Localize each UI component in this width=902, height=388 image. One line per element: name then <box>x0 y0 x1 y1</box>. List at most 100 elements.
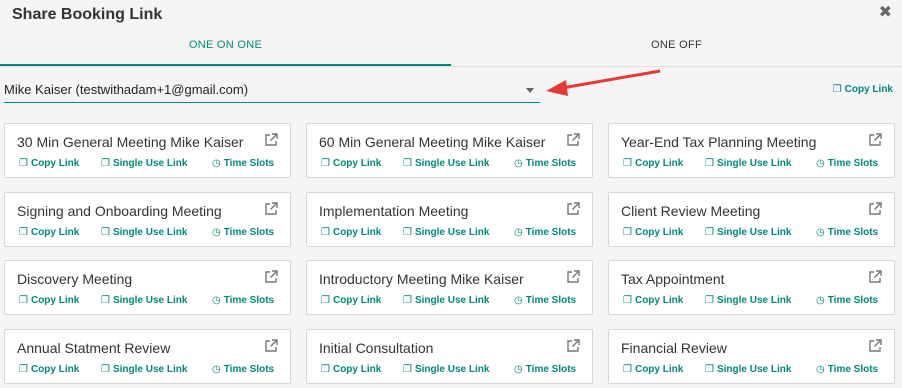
external-link-icon[interactable] <box>566 339 580 353</box>
external-link-icon[interactable] <box>868 202 882 216</box>
time-slots-button[interactable]: ◷ Time Slots <box>212 295 274 306</box>
copy-link-label: Copy Link <box>844 84 893 95</box>
clock-icon: ◷ <box>212 295 221 306</box>
time-slots-button[interactable]: ◷ Time Slots <box>816 295 878 306</box>
time-slots-label: Time Slots <box>223 295 275 306</box>
tab-one-off[interactable]: ONE OFF <box>451 32 902 66</box>
link-icon: ❐ <box>705 295 714 306</box>
single-use-link-button[interactable]: ❐ Single Use Link <box>403 295 489 306</box>
copy-link-button[interactable]: ❐ Copy Link <box>19 227 79 238</box>
meeting-card: 60 Min General Meeting Mike Kaiser ❐ Copy … <box>306 123 593 178</box>
copy-link-button[interactable]: ❐ Copy Link <box>321 295 381 306</box>
tab-one-on-one[interactable]: ONE ON ONE <box>0 32 451 66</box>
meeting-title: Tax Appointment <box>621 271 725 287</box>
copy-icon: ❐ <box>623 227 632 238</box>
time-slots-button[interactable]: ◷ Time Slots <box>514 364 576 375</box>
single-use-link-button[interactable]: ❐ Single Use Link <box>705 295 791 306</box>
clock-icon: ◷ <box>816 364 825 375</box>
time-slots-button[interactable]: ◷ Time Slots <box>514 227 576 238</box>
copy-link-label: Copy Link <box>634 158 684 169</box>
copy-link-label: Copy Link <box>634 227 684 238</box>
external-link-icon[interactable] <box>566 133 580 147</box>
single-use-link-label: Single Use Link <box>716 364 792 375</box>
external-link-icon[interactable] <box>264 270 278 284</box>
time-slots-button[interactable]: ◷ Time Slots <box>816 227 878 238</box>
copy-icon: ❐ <box>321 364 330 375</box>
copy-link-button[interactable]: ❐ Copy Link <box>321 227 381 238</box>
copy-link-button[interactable]: ❐ Copy Link <box>19 158 79 169</box>
time-slots-button[interactable]: ◷ Time Slots <box>212 227 274 238</box>
single-use-link-label: Single Use Link <box>112 158 188 169</box>
copy-link-button[interactable]: ❐ Copy Link <box>321 158 381 169</box>
copy-link-label: Copy Link <box>332 364 382 375</box>
copy-link-button[interactable]: ❐ Copy Link <box>623 295 683 306</box>
external-link-icon[interactable] <box>264 339 278 353</box>
single-use-link-button[interactable]: ❐ Single Use Link <box>705 364 791 375</box>
copy-icon: ❐ <box>832 84 842 95</box>
copy-link-button[interactable]: ❐ Copy Link <box>623 158 683 169</box>
meeting-title: Year-End Tax Planning Meeting <box>621 134 817 150</box>
time-slots-button[interactable]: ◷ Time Slots <box>816 364 878 375</box>
single-use-link-button[interactable]: ❐ Single Use Link <box>705 158 791 169</box>
single-use-link-label: Single Use Link <box>716 158 792 169</box>
copy-link-button[interactable]: ❐ Copy Link <box>623 364 683 375</box>
close-icon[interactable]: ✖ <box>879 2 892 22</box>
time-slots-button[interactable]: ◷ Time Slots <box>514 295 576 306</box>
time-slots-label: Time Slots <box>525 227 577 238</box>
meeting-card: Introductory Meeting Mike Kaiser ❐ Copy Li… <box>306 260 593 315</box>
time-slots-button[interactable]: ◷ Time Slots <box>212 364 274 375</box>
meeting-title: Discovery Meeting <box>17 271 133 287</box>
external-link-icon[interactable] <box>264 202 278 216</box>
clock-icon: ◷ <box>212 227 221 238</box>
time-slots-button[interactable]: ◷ Time Slots <box>212 158 274 169</box>
dialog-title: Share Booking Link <box>12 6 163 23</box>
copy-icon: ❐ <box>321 158 330 169</box>
external-link-icon[interactable] <box>264 133 278 147</box>
tab-bar: ONE ON ONE ONE OFF <box>0 32 902 67</box>
copy-link-button[interactable]: ❐ Copy Link <box>19 295 79 306</box>
time-slots-label: Time Slots <box>827 295 879 306</box>
link-icon: ❐ <box>403 295 412 306</box>
link-icon: ❐ <box>705 227 714 238</box>
meeting-title: Initial Consultation <box>319 340 434 356</box>
single-use-link-button[interactable]: ❐ Single Use Link <box>101 295 187 306</box>
copy-icon: ❐ <box>623 158 632 169</box>
copy-link-button[interactable]: ❐ Copy Link <box>321 364 381 375</box>
user-select[interactable]: Mike Kaiser (testwithadam+1@gmail.com) <box>4 80 540 103</box>
time-slots-label: Time Slots <box>827 158 879 169</box>
external-link-icon[interactable] <box>868 339 882 353</box>
clock-icon: ◷ <box>212 364 221 375</box>
single-use-link-button[interactable]: ❐ Single Use Link <box>101 158 187 169</box>
time-slots-button[interactable]: ◷ Time Slots <box>816 158 878 169</box>
copy-link-button[interactable]: ❐ Copy Link <box>623 227 683 238</box>
copy-link-button[interactable]: ❐ Copy Link <box>833 84 893 95</box>
meeting-title: Annual Statment Review <box>17 340 171 356</box>
copy-link-label: Copy Link <box>332 158 382 169</box>
external-link-icon[interactable] <box>566 202 580 216</box>
single-use-link-button[interactable]: ❐ Single Use Link <box>403 227 489 238</box>
single-use-link-label: Single Use Link <box>112 227 188 238</box>
copy-link-label: Copy Link <box>30 364 80 375</box>
annotation-arrow-icon <box>546 69 661 96</box>
single-use-link-button[interactable]: ❐ Single Use Link <box>403 364 489 375</box>
single-use-link-label: Single Use Link <box>414 364 490 375</box>
copy-icon: ❐ <box>321 295 330 306</box>
time-slots-button[interactable]: ◷ Time Slots <box>514 158 576 169</box>
single-use-link-button[interactable]: ❐ Single Use Link <box>403 158 489 169</box>
external-link-icon[interactable] <box>868 133 882 147</box>
meeting-card: Annual Statment Review ❐ Copy Link ❐ Single … <box>4 329 291 384</box>
copy-icon: ❐ <box>19 158 28 169</box>
single-use-link-button[interactable]: ❐ Single Use Link <box>101 364 187 375</box>
copy-link-label: Copy Link <box>332 227 382 238</box>
external-link-icon[interactable] <box>868 270 882 284</box>
single-use-link-label: Single Use Link <box>414 227 490 238</box>
copy-link-button[interactable]: ❐ Copy Link <box>19 364 79 375</box>
dialog-header: Share Booking Link ✖ <box>0 0 902 32</box>
single-use-link-button[interactable]: ❐ Single Use Link <box>705 227 791 238</box>
single-use-link-button[interactable]: ❐ Single Use Link <box>101 227 187 238</box>
external-link-icon[interactable] <box>566 270 580 284</box>
link-icon: ❐ <box>705 158 714 169</box>
meeting-card: Year-End Tax Planning Meeting ❐ Copy Link ❐… <box>608 123 895 178</box>
user-select-value: Mike Kaiser (testwithadam+1@gmail.com) <box>4 82 249 97</box>
clock-icon: ◷ <box>816 295 825 306</box>
